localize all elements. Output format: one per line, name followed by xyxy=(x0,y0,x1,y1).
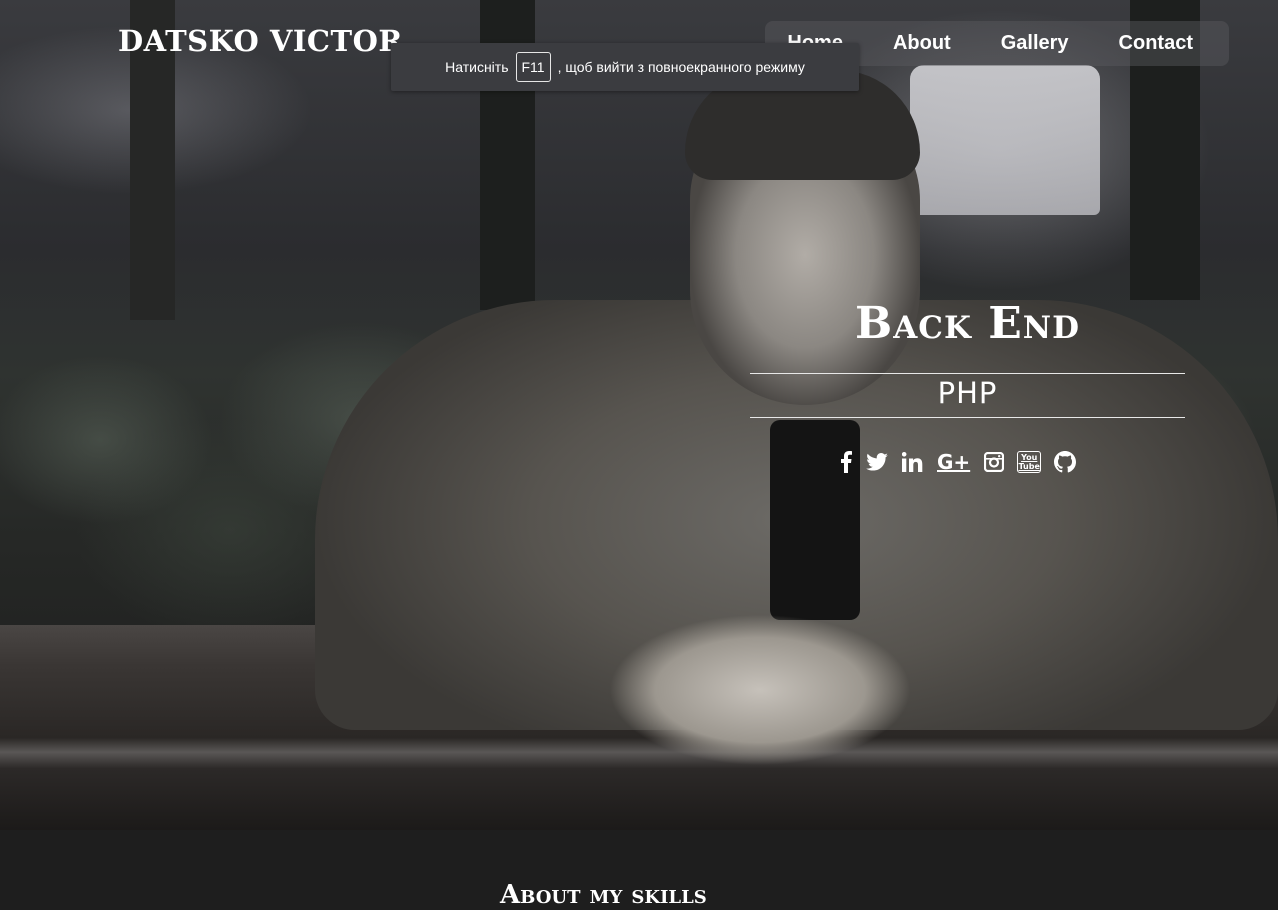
background-car xyxy=(910,65,1100,215)
person-hands xyxy=(610,615,910,765)
hero-divider-bottom xyxy=(750,417,1185,418)
twitter-icon[interactable] xyxy=(866,449,888,475)
social-links: G+ You Tube xyxy=(840,449,1090,475)
about-skills-heading: About my skills xyxy=(500,880,707,910)
github-icon[interactable] xyxy=(1054,449,1077,475)
nav-about-link[interactable]: About xyxy=(893,32,951,55)
youtube-icon[interactable]: You Tube xyxy=(1017,449,1042,475)
f11-key-badge: F11 xyxy=(515,52,551,82)
google-plus-icon[interactable]: G+ xyxy=(937,449,970,475)
hero-divider-top xyxy=(750,373,1185,374)
nav-contact-link[interactable]: Contact xyxy=(1119,32,1193,55)
facebook-icon[interactable] xyxy=(840,449,852,475)
hero-subtitle: PHP xyxy=(937,376,998,410)
youtube-label: You Tube xyxy=(1017,451,1042,473)
fullscreen-exit-notice: Натисніть F11 , щоб вийти з повноекранно… xyxy=(391,43,859,91)
toast-suffix: , щоб вийти з повноекранного режиму xyxy=(557,59,805,75)
hero-title: Back End xyxy=(855,298,1080,349)
nav-gallery-link[interactable]: Gallery xyxy=(1001,32,1069,55)
instagram-icon[interactable] xyxy=(984,449,1005,475)
hero-background-photo xyxy=(0,0,1278,830)
site-logo[interactable]: DATSKO VICTOR xyxy=(118,24,403,58)
google-plus-label: G+ xyxy=(937,450,971,474)
linkedin-icon[interactable] xyxy=(902,449,923,475)
toast-prefix: Натисніть xyxy=(445,59,509,75)
